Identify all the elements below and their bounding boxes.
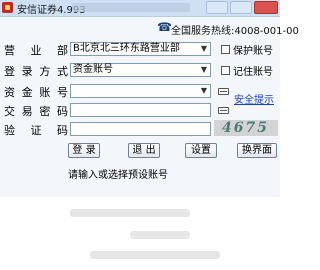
captcha-field[interactable] <box>70 122 211 136</box>
minimize-button[interactable] <box>206 1 228 14</box>
remember-account-checkbox[interactable] <box>221 66 230 75</box>
account-label: 资金账号 <box>4 86 68 99</box>
branch-label: 营 业 部 <box>4 44 68 57</box>
title-bar-blurred-area <box>72 3 190 12</box>
captcha-label: 验 证 码 <box>4 124 68 137</box>
login-mode-select[interactable]: 资金账号 ▼ <box>70 63 211 77</box>
soft-keyboard-icon[interactable] <box>218 88 229 95</box>
chevron-down-icon[interactable]: ▼ <box>198 64 210 76</box>
login-mode-select-value: 资金账号 <box>73 64 113 75</box>
remember-account-label: 记住账号 <box>233 67 273 78</box>
maximize-button[interactable] <box>230 1 252 14</box>
chevron-down-icon[interactable]: ▼ <box>198 43 210 55</box>
soft-keyboard-icon[interactable] <box>218 107 229 114</box>
settings-button[interactable]: 设置 <box>185 143 217 158</box>
security-tip-link[interactable]: 安全提示 <box>234 91 274 106</box>
branch-select[interactable]: B北京北三环东路营业部 ▼ <box>70 42 211 56</box>
chevron-down-icon[interactable]: ▼ <box>198 85 210 97</box>
login-button[interactable]: 登 录 <box>68 143 100 158</box>
blurred-footer-area <box>0 197 280 270</box>
branch-select-value: B北京北三环东路营业部 <box>73 43 180 54</box>
login-mode-label: 登录方式 <box>4 65 68 78</box>
close-button[interactable] <box>254 1 278 14</box>
status-hint: 请输入或选择预设账号 <box>68 170 168 181</box>
blurred-text <box>130 231 190 239</box>
app-logo-icon <box>2 2 13 13</box>
service-hotline: 全国服务热线:4008-001-00 <box>171 26 299 37</box>
blurred-text <box>90 251 220 259</box>
protect-account-label: 保护账号 <box>233 46 273 57</box>
account-combobox[interactable]: ▼ <box>70 84 211 98</box>
protect-account-checkbox[interactable] <box>221 45 230 54</box>
password-field[interactable] <box>70 103 211 117</box>
blurred-text <box>70 209 190 217</box>
switch-interface-button[interactable]: 换界面 <box>237 143 277 158</box>
captcha-image[interactable]: 4675 <box>214 120 278 136</box>
phone-icon: ☎ <box>157 20 172 34</box>
password-label: 交易密码 <box>4 105 68 118</box>
exit-button[interactable]: 退 出 <box>128 143 160 158</box>
title-bar: 安信证券4.993 <box>0 0 280 17</box>
